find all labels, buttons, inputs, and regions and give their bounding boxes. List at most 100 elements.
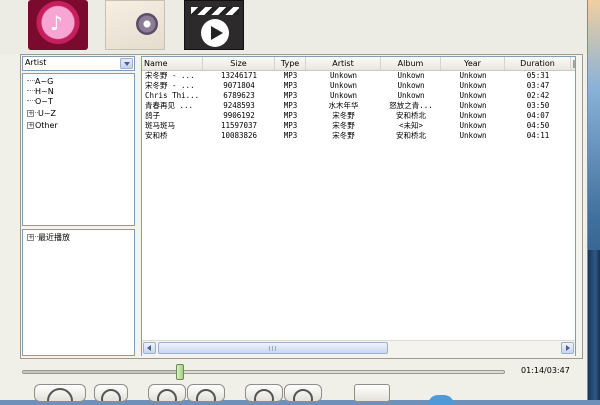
cell-name: 鸽子 <box>145 111 160 120</box>
cell-album: 安和桥北 <box>396 131 426 140</box>
column-header-name[interactable]: Name <box>142 57 203 70</box>
cell-name: 宋冬野 - ... <box>145 81 195 90</box>
cell-artist: Unkown <box>329 71 358 80</box>
progress-fill <box>23 371 180 373</box>
cell-year: Unkown <box>459 81 487 90</box>
cell-duration: 04:11 <box>526 131 550 140</box>
cell-duration: 03:47 <box>526 81 550 90</box>
cell-album: <未知> <box>398 121 424 130</box>
fast-forward-icon <box>293 389 313 401</box>
artist-music-icon: ♪ <box>50 11 63 35</box>
scroll-left-icon[interactable] <box>143 342 156 354</box>
cell-year: Unkown <box>459 71 487 80</box>
cell-size: 6789623 <box>223 91 255 100</box>
tree-node-o-t[interactable]: O~T <box>27 97 53 107</box>
expand-icon[interactable]: + <box>27 234 34 241</box>
cell-duration: 04:50 <box>526 121 550 130</box>
scrollbar-thumb[interactable] <box>158 342 388 354</box>
video-view-button[interactable] <box>184 0 244 50</box>
track-list-header: Name Size Type Artist Album Year Duratio… <box>142 57 576 71</box>
cell-album: 安和桥北 <box>396 111 426 120</box>
cell-type: MP3 <box>283 71 298 80</box>
expand-icon[interactable]: + <box>27 122 34 129</box>
cell-artist: 宋冬野 <box>332 111 355 120</box>
table-row[interactable]: 鸽子 9906192 MP3 宋冬野 安和桥北 Unkown 04:07 <box>142 111 575 121</box>
mode-button[interactable] <box>354 384 390 402</box>
music-player-window: ♪ Artist A~G H~N O~T + U~Z +Other + 最近播放… <box>0 0 588 405</box>
cell-type: MP3 <box>283 81 298 90</box>
tree-node-u-z[interactable]: + U~Z <box>27 109 56 119</box>
album-view-button[interactable] <box>105 0 165 50</box>
table-row[interactable]: 安和桥 10083826 MP3 宋冬野 安和桥北 Unkown 04:11 <box>142 131 575 141</box>
column-header-artist[interactable]: Artist <box>306 57 381 70</box>
cell-size: 9248593 <box>223 101 255 110</box>
previous-button[interactable] <box>148 384 186 402</box>
artist-tree: A~G H~N O~T + U~Z +Other <box>22 73 135 226</box>
cell-name: 安和桥 <box>145 131 168 140</box>
rewind-button[interactable] <box>245 384 283 402</box>
cell-size: 13246171 <box>220 71 258 80</box>
cell-type: MP3 <box>283 91 298 100</box>
playlist-tree: + 最近播放 <box>22 229 135 356</box>
scroll-right-icon[interactable] <box>561 342 574 354</box>
cell-size: 10083826 <box>220 131 258 140</box>
cell-size: 9071804 <box>223 81 255 90</box>
cell-size: 11597037 <box>220 121 258 130</box>
cell-year: Unkown <box>459 91 487 100</box>
stop-icon <box>101 389 121 401</box>
table-row[interactable]: 宋冬野 - ... 13246171 MP3 Unkown Unkown Unkown 05… <box>142 71 575 81</box>
column-header-type[interactable]: Type <box>275 57 306 70</box>
tree-node-h-n[interactable]: H~N <box>27 87 54 97</box>
column-header-more: | <box>572 59 576 68</box>
table-row[interactable]: 青春再见 ... 9248593 MP3 水木年华 怒放之青... Unkown 03:50 <box>142 101 575 111</box>
next-icon <box>196 389 216 401</box>
table-row[interactable]: 斑马斑马 11597037 MP3 宋冬野 <未知> Unkown 04:50 <box>142 121 575 131</box>
tree-node-a-g[interactable]: A~G <box>27 77 53 87</box>
table-row[interactable]: Chris Thi... 6789623 MP3 Unkown Unkown Unkown… <box>142 91 575 101</box>
cell-artist: Unkown <box>329 81 358 90</box>
group-by-value: Artist <box>25 58 47 67</box>
cell-year: Unkown <box>459 121 487 130</box>
fast-forward-button[interactable] <box>284 384 322 402</box>
table-row[interactable]: 宋冬野 - ... 9071804 MP3 Unkown Unkown Unkown 03:… <box>142 81 575 91</box>
column-header-year[interactable]: Year <box>441 57 505 70</box>
cell-duration: 03:50 <box>526 101 550 110</box>
playback-time: 01:14/03:47 <box>521 366 570 375</box>
column-header-album[interactable]: Album <box>381 57 441 70</box>
group-by-select[interactable]: Artist <box>22 56 135 71</box>
chevron-down-icon[interactable] <box>120 58 133 69</box>
cell-name: Chris Thi... <box>145 91 200 100</box>
play-pause-button[interactable] <box>34 384 86 402</box>
seek-handle[interactable] <box>176 364 184 380</box>
tree-node-other[interactable]: +Other <box>27 121 58 131</box>
column-header-duration[interactable]: Duration <box>505 57 571 70</box>
horizontal-scrollbar[interactable] <box>142 340 575 356</box>
cell-type: MP3 <box>283 101 298 110</box>
cell-duration: 02:42 <box>526 91 550 100</box>
cell-artist: 宋冬野 <box>332 131 355 140</box>
desktop-background <box>588 0 600 400</box>
expand-icon[interactable]: + <box>27 110 34 117</box>
playback-progress-bar[interactable] <box>22 370 505 374</box>
play-icon <box>201 19 229 47</box>
video-clapper-icon <box>191 7 239 15</box>
previous-icon <box>157 389 177 401</box>
cell-type: MP3 <box>283 131 298 140</box>
cell-name: 斑马斑马 <box>145 121 175 130</box>
artist-view-button[interactable]: ♪ <box>28 0 88 50</box>
cell-duration: 05:31 <box>526 71 550 80</box>
column-header-size[interactable]: Size <box>203 57 275 70</box>
cell-artist: 水木年华 <box>328 101 359 110</box>
cell-type: MP3 <box>283 121 298 130</box>
cell-duration: 04:07 <box>526 111 550 120</box>
cell-album: Unkown <box>397 81 425 90</box>
globe-icon[interactable] <box>428 395 454 405</box>
cell-name: 宋冬野 - ... <box>145 71 195 80</box>
tree-node-recent[interactable]: + 最近播放 <box>27 233 70 243</box>
cell-year: Unkown <box>459 131 487 140</box>
cell-name: 青春再见 ... <box>145 101 194 110</box>
cell-artist: Unkown <box>329 91 358 100</box>
cell-type: MP3 <box>283 111 298 120</box>
stop-button[interactable] <box>94 384 128 402</box>
next-button[interactable] <box>187 384 225 402</box>
